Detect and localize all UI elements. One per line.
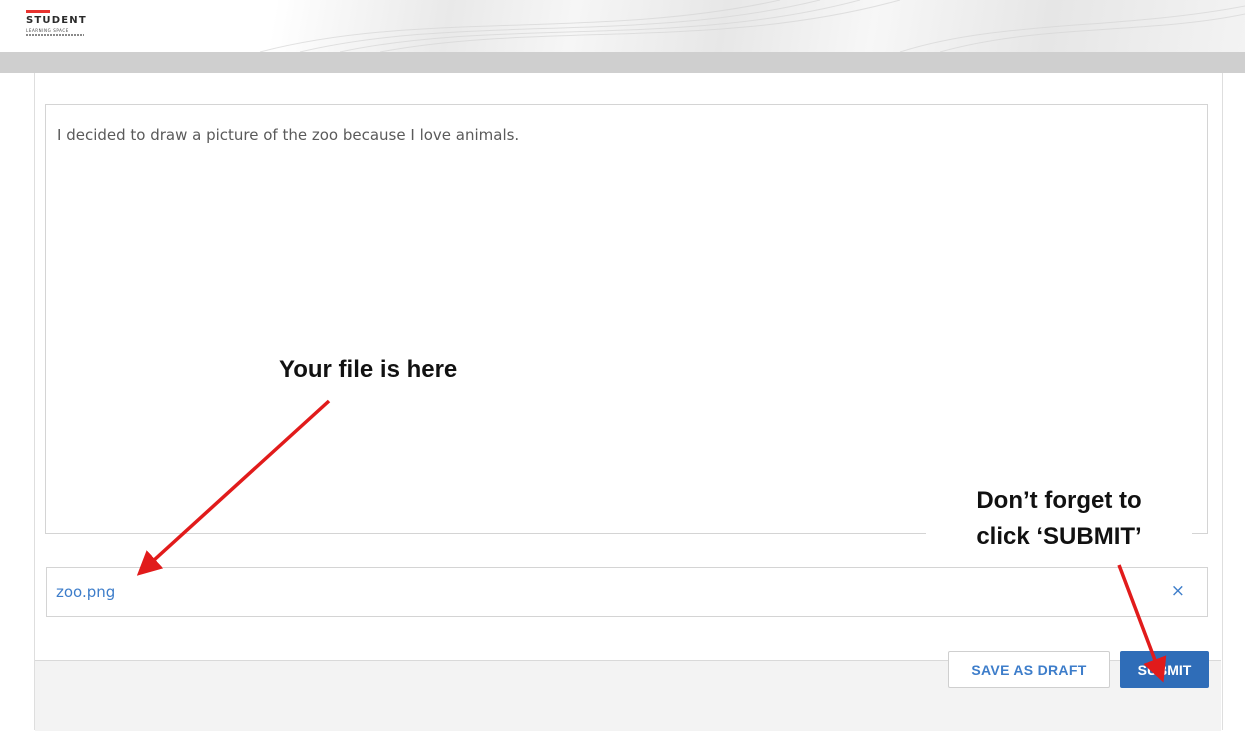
remove-file-icon[interactable]: ×	[1171, 582, 1185, 600]
logo-subword: LEARNING SPACE	[26, 28, 69, 33]
logo-accent-bar	[26, 10, 50, 13]
response-textarea[interactable]: I decided to draw a picture of the zoo b…	[45, 104, 1208, 534]
submit-callout-line-2: click ‘SUBMIT’	[976, 523, 1142, 550]
attachment-row: zoo.png ×	[46, 567, 1208, 617]
top-banner: STUDENT LEARNING SPACE	[0, 0, 1245, 52]
save-as-draft-button[interactable]: SAVE AS DRAFT	[948, 651, 1110, 688]
response-text: I decided to draw a picture of the zoo b…	[57, 126, 520, 144]
submit-button[interactable]: SUBMIT	[1120, 651, 1209, 688]
student-learning-space-logo[interactable]: STUDENT LEARNING SPACE	[26, 10, 106, 46]
submit-callout-label: Don’t forget to click ‘SUBMIT’	[930, 483, 1188, 555]
banner-wave-pattern	[259, 0, 1245, 52]
submit-callout-line-1: Don’t forget to	[976, 487, 1142, 514]
attached-file-link[interactable]: zoo.png	[56, 583, 115, 601]
logo-tagline	[26, 34, 84, 36]
logo-word: STUDENT	[26, 15, 87, 26]
header-divider-strip	[0, 52, 1245, 73]
file-callout-label: Your file is here	[279, 356, 458, 383]
